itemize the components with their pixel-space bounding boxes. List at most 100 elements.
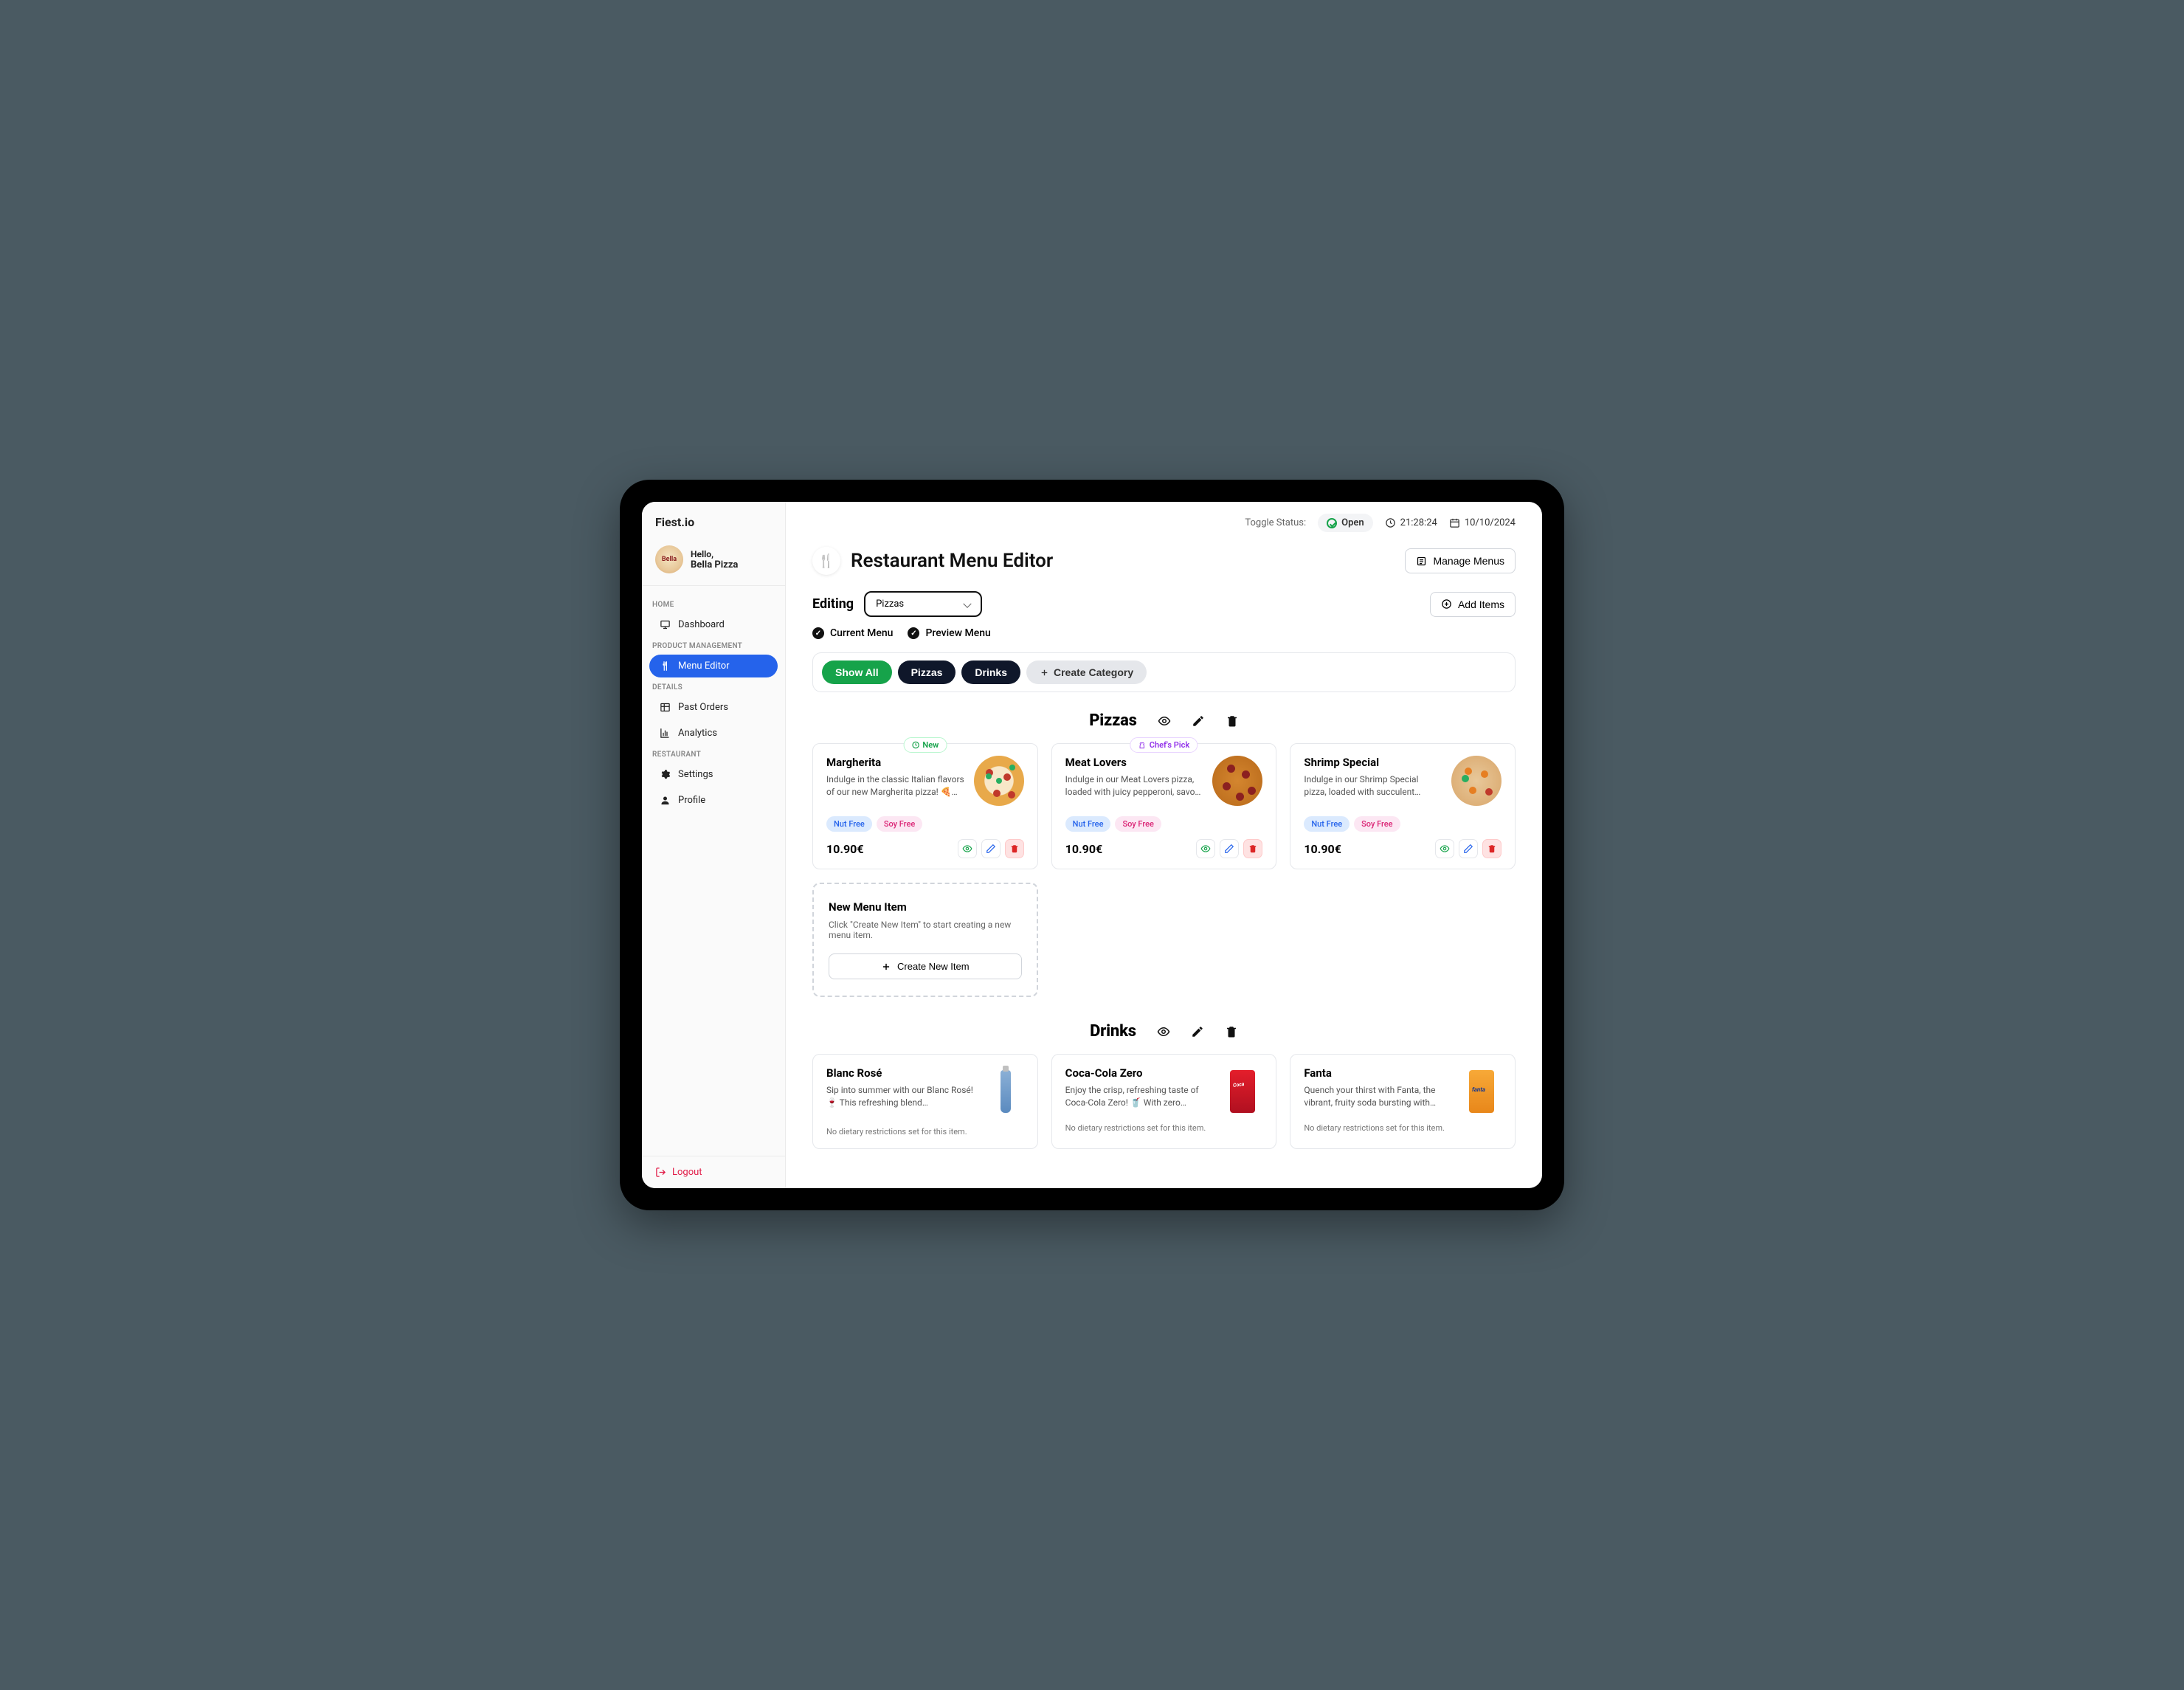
category-select[interactable]: Pizzas [864, 591, 982, 617]
sidebar-item-label: Settings [678, 769, 713, 780]
diet-none: No dietary restrictions set for this ite… [826, 1127, 1024, 1137]
page-title: Restaurant Menu Editor [851, 550, 1053, 572]
item-desc: Indulge in our Meat Lovers pizza, loaded… [1065, 773, 1204, 799]
menu-card: New Margherita Indulge in the classic It… [812, 743, 1038, 869]
badge-chefs-pick: Chef's Pick [1130, 737, 1198, 753]
section-title: Drinks [1090, 1022, 1136, 1041]
filter-show-all[interactable]: Show All [822, 661, 892, 684]
view-button[interactable] [1435, 839, 1454, 858]
edit-button[interactable] [1220, 839, 1239, 858]
item-desc: Indulge in our Shrimp Special pizza, loa… [1304, 773, 1442, 799]
eye-icon [1200, 844, 1211, 854]
item-image [1212, 756, 1262, 806]
topbar: Toggle Status: Open 21:28:24 10/10/2024 [812, 514, 1516, 532]
toggle-status-label: Toggle Status: [1245, 517, 1306, 528]
item-title: Meat Lovers [1065, 756, 1204, 769]
utensils-icon [660, 661, 671, 672]
edit-button[interactable] [1459, 839, 1478, 858]
create-new-item-button[interactable]: Create New Item [829, 953, 1022, 979]
check-icon [812, 627, 824, 639]
delete-button[interactable] [1005, 839, 1024, 858]
item-image [1451, 756, 1502, 806]
new-item-desc: Click "Create New Item" to start creatin… [829, 920, 1022, 940]
item-price: 10.90€ [1304, 842, 1341, 856]
create-category-button[interactable]: Create Category [1026, 661, 1147, 684]
view-button[interactable] [1196, 839, 1215, 858]
eye-icon[interactable] [1158, 714, 1171, 728]
logout-button[interactable]: Logout [655, 1167, 772, 1178]
edit-button[interactable] [981, 839, 1001, 858]
select-value: Pizzas [876, 599, 904, 610]
date-display: 10/10/2024 [1449, 517, 1516, 528]
monitor-icon [660, 619, 671, 630]
sidebar-item-analytics[interactable]: Analytics [649, 722, 778, 745]
chart-icon [660, 728, 671, 739]
delete-button[interactable] [1243, 839, 1262, 858]
item-image [1230, 1070, 1255, 1113]
logout-label: Logout [672, 1167, 702, 1178]
delete-button[interactable] [1482, 839, 1502, 858]
new-item-title: New Menu Item [829, 900, 1022, 914]
menu-card: Chef's Pick Meat Lovers Indulge in our M… [1051, 743, 1277, 869]
manage-menus-button[interactable]: Manage Menus [1405, 548, 1516, 573]
sidebar-item-label: Profile [678, 795, 705, 806]
item-price: 10.90€ [1065, 842, 1103, 856]
status-value: Open [1341, 517, 1364, 528]
menu-card: Fanta Quench your thirst with Fanta, the… [1290, 1054, 1516, 1149]
item-image [1469, 1070, 1494, 1113]
check-icon [908, 627, 919, 639]
time-display: 21:28:24 [1385, 517, 1437, 528]
diet-none: No dietary restrictions set for this ite… [1065, 1123, 1263, 1133]
item-title: Margherita [826, 756, 965, 769]
add-items-button[interactable]: Add Items [1430, 592, 1516, 617]
menu-card: Blanc Rosé Sip into summer with our Blan… [812, 1054, 1038, 1149]
view-button[interactable] [958, 839, 977, 858]
pencil-icon [1463, 844, 1473, 854]
trash-icon [1010, 844, 1019, 853]
avatar: Bella [655, 545, 683, 573]
new-item-card: New Menu Item Click "Create New Item" to… [812, 883, 1038, 997]
current-menu-radio[interactable]: Current Menu [812, 627, 893, 639]
pencil-icon [986, 844, 996, 854]
item-desc: Quench your thirst with Fanta, the vibra… [1304, 1084, 1453, 1109]
filter-bar: Show All Pizzas Drinks Create Category [812, 652, 1516, 692]
eye-icon [962, 844, 972, 854]
eye-icon[interactable] [1157, 1025, 1170, 1038]
plus-icon [1040, 668, 1049, 677]
sidebar: Fiest.io Bella Hello, Bella Pizza HOME D… [642, 502, 786, 1188]
logout-icon [655, 1167, 666, 1178]
item-image [974, 756, 1024, 806]
nav-section-home: HOME [642, 596, 785, 612]
sidebar-item-label: Dashboard [678, 619, 725, 630]
badge-new: New [903, 737, 947, 753]
tag: Soy Free [1354, 816, 1400, 832]
sidebar-item-menu-editor[interactable]: Menu Editor [649, 655, 778, 677]
profile-name: Bella Pizza [691, 559, 738, 570]
sidebar-item-dashboard[interactable]: Dashboard [649, 613, 778, 636]
list-icon [1416, 556, 1427, 567]
preview-menu-radio[interactable]: Preview Menu [908, 627, 990, 639]
section-head-drinks: Drinks [812, 1022, 1516, 1041]
sidebar-item-profile[interactable]: Profile [649, 789, 778, 812]
section-title: Pizzas [1089, 711, 1137, 730]
calendar-icon [1449, 517, 1460, 528]
status-toggle[interactable]: Open [1318, 514, 1373, 532]
trash-icon[interactable] [1226, 714, 1239, 728]
item-desc: Indulge in the classic Italian flavors o… [826, 773, 965, 799]
clock-icon [1385, 517, 1396, 528]
utensils-icon: 🍴 [812, 547, 840, 575]
item-desc: Sip into summer with our Blanc Rosé! 🍷 T… [826, 1084, 978, 1109]
tag: Nut Free [1065, 816, 1111, 832]
profile-block[interactable]: Bella Hello, Bella Pizza [642, 539, 785, 586]
menu-card: Shrimp Special Indulge in our Shrimp Spe… [1290, 743, 1516, 869]
sidebar-item-settings[interactable]: Settings [649, 763, 778, 786]
trash-icon [1248, 844, 1257, 853]
filter-drinks[interactable]: Drinks [961, 661, 1020, 684]
edit-icon[interactable] [1192, 714, 1205, 728]
diet-none: No dietary restrictions set for this ite… [1304, 1123, 1502, 1133]
tag: Nut Free [1304, 816, 1350, 832]
sidebar-item-past-orders[interactable]: Past Orders [649, 696, 778, 719]
trash-icon[interactable] [1225, 1025, 1238, 1038]
filter-pizzas[interactable]: Pizzas [898, 661, 956, 684]
edit-icon[interactable] [1191, 1025, 1204, 1038]
